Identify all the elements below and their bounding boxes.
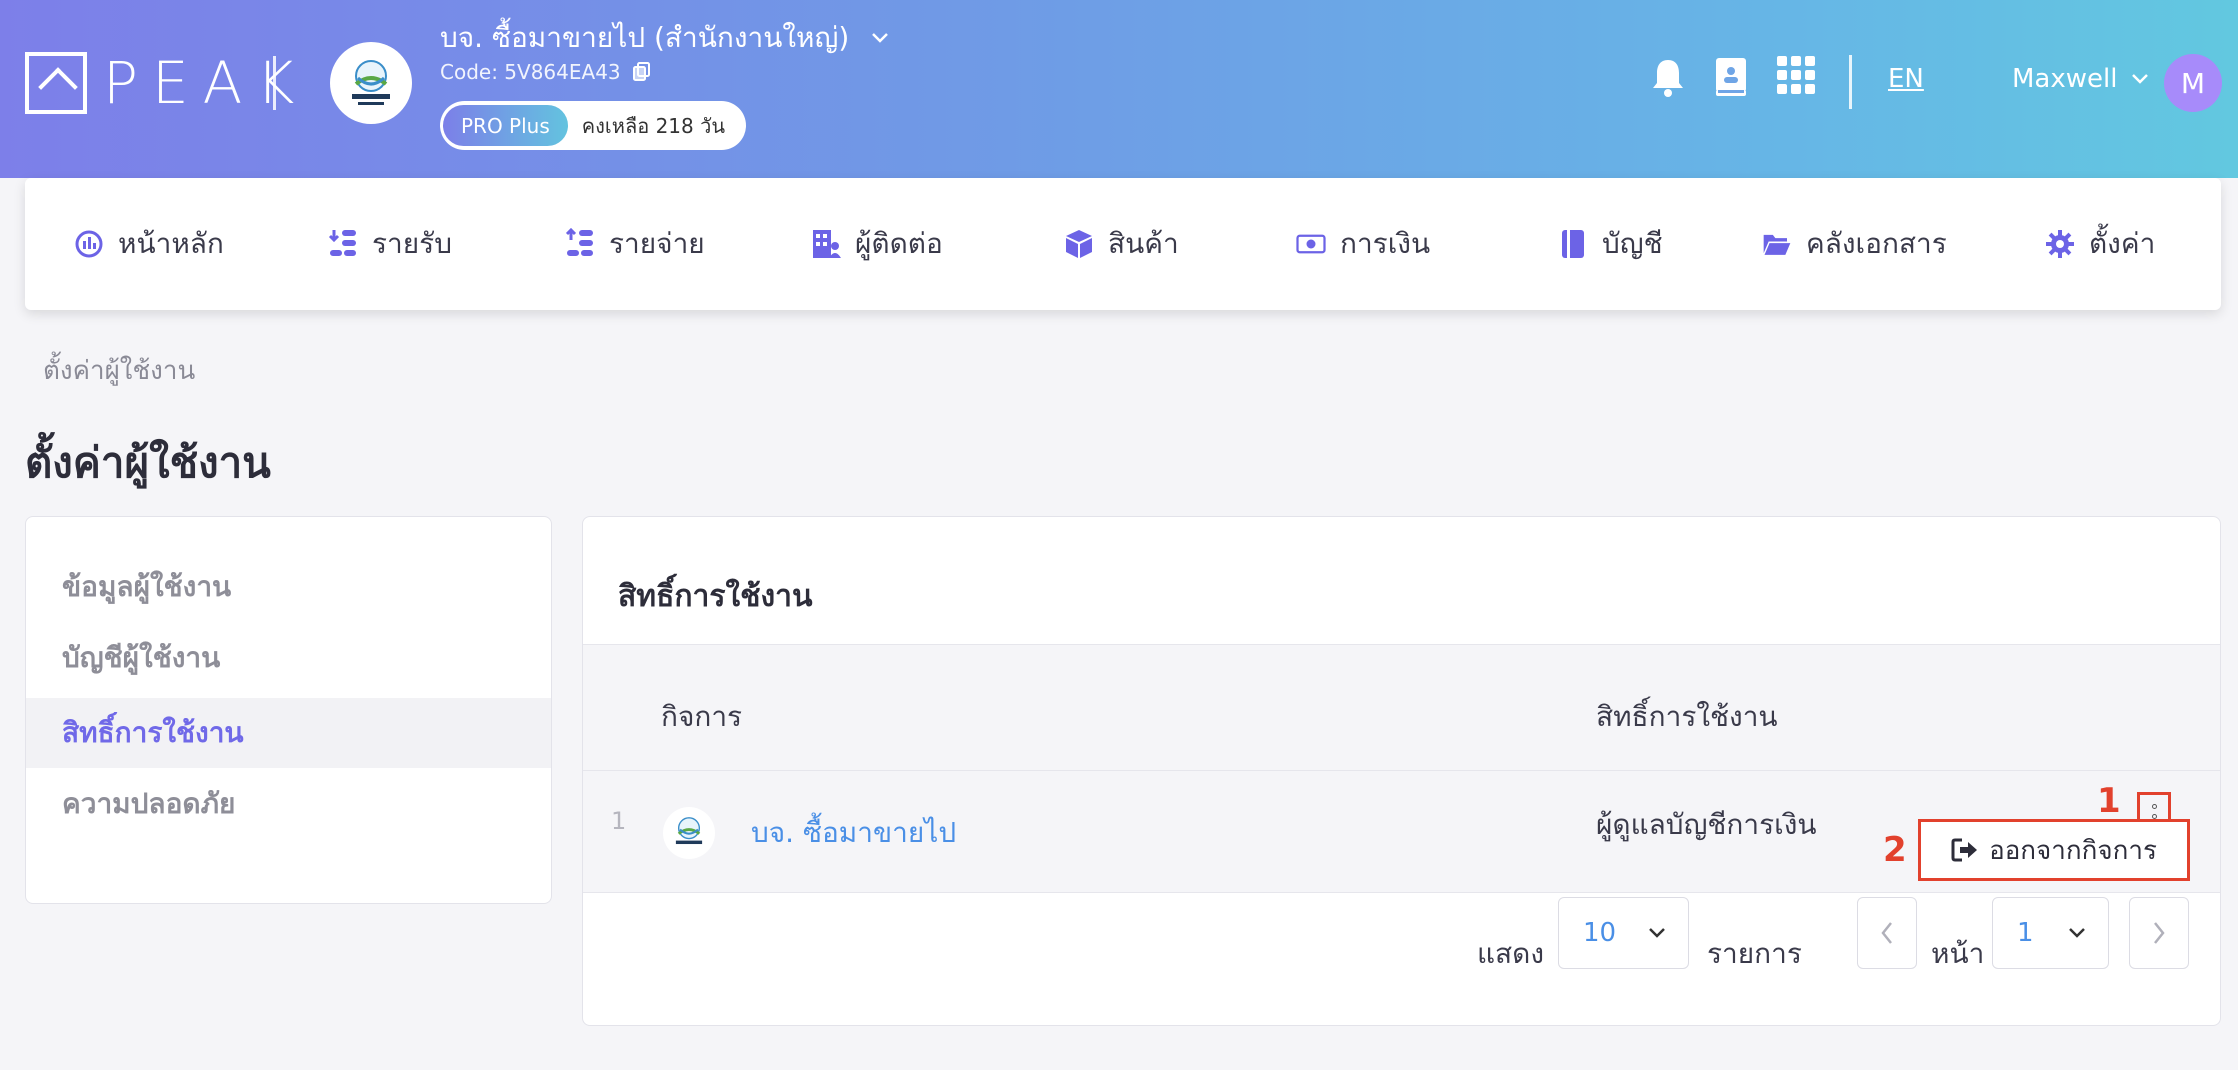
nav-item-expense[interactable]: รายจ่าย — [565, 222, 705, 266]
breadcrumb[interactable]: ตั้งค่าผู้ใช้งาน — [43, 350, 195, 391]
column-header-permission: สิทธิ์การใช้งาน — [1596, 700, 1778, 733]
book-icon[interactable] — [1714, 56, 1748, 98]
sidebar-item-security[interactable]: ความปลอดภัย — [26, 769, 551, 839]
row-number: 1 — [611, 807, 627, 835]
chevron-down-icon — [2132, 74, 2149, 84]
annotation-marker-1: 1 — [2097, 781, 2121, 821]
copy-icon[interactable] — [632, 62, 651, 82]
company-logo — [663, 807, 715, 859]
chevron-left-icon — [1881, 922, 1892, 944]
sidebar-item-profile[interactable]: ข้อมูลผู้ใช้งาน — [26, 552, 551, 622]
sign-out-icon — [1951, 838, 1978, 862]
show-label: แสดง — [1477, 937, 1544, 970]
nav-item-contacts[interactable]: ผู้ติดต่อ — [811, 222, 943, 266]
kebab-dot-icon — [2151, 803, 2157, 809]
nav-item-income[interactable]: รายรับ — [328, 222, 452, 266]
plan-name: PRO Plus — [443, 105, 568, 146]
nav-label: บัญชี — [1602, 227, 1663, 260]
contacts-icon — [813, 230, 841, 258]
peak-logo-text: PEAK — [103, 49, 309, 117]
chevron-down-icon — [872, 33, 889, 43]
nav-label: คลังเอกสาร — [1806, 227, 1947, 260]
money-icon — [1296, 234, 1326, 254]
page-size-value: 10 — [1583, 918, 1617, 948]
peak-logo[interactable]: PEAK — [25, 52, 308, 114]
plan-remaining: คงเหลือ 218 วัน — [581, 113, 726, 138]
company-logo — [330, 42, 412, 124]
chevron-down-icon — [2069, 928, 2085, 938]
company-switcher[interactable]: บจ. ซื้อมาขายไป (สำนักงานใหญ่) — [440, 16, 889, 60]
prev-page-button[interactable] — [1857, 897, 1917, 969]
income-icon — [328, 230, 356, 256]
settings-sidebar: ข้อมูลผู้ใช้งาน บัญชีผู้ใช้งาน สิทธิ์การ… — [25, 516, 552, 904]
kebab-dot-icon — [2151, 813, 2157, 819]
apps-grid-icon[interactable] — [1777, 56, 1815, 94]
page-number-select[interactable]: 1 — [1992, 897, 2109, 969]
avatar[interactable]: M — [2164, 54, 2222, 112]
nav-item-accounting[interactable]: บัญชี — [1558, 222, 1663, 266]
nav-label: หน้าหลัก — [118, 227, 224, 260]
peak-logo-mark — [25, 52, 87, 114]
current-page-value: 1 — [2017, 918, 2034, 948]
next-page-button[interactable] — [2129, 897, 2189, 969]
nav-item-home[interactable]: หน้าหลัก — [74, 222, 224, 266]
bell-icon[interactable] — [1650, 56, 1686, 98]
plan-badge[interactable]: PRO Plus คงเหลือ 218 วัน — [440, 101, 746, 150]
sidebar-item-accounts[interactable]: บัญชีผู้ใช้งาน — [26, 623, 551, 693]
user-name: Maxwell — [2012, 64, 2118, 94]
chevron-right-icon — [2154, 922, 2165, 944]
nav-item-finance[interactable]: การเงิน — [1296, 222, 1430, 266]
nav-label: ตั้งค่า — [2089, 227, 2156, 260]
page-title: ตั้งค่าผู้ใช้งาน — [25, 438, 271, 487]
nav-item-documents[interactable]: คลังเอกสาร — [1762, 222, 1947, 266]
table-header: กิจการ สิทธิ์การใช้งาน — [583, 644, 2220, 771]
sidebar-item-permissions[interactable]: สิทธิ์การใช้งาน — [26, 698, 551, 768]
nav-label: รายจ่าย — [609, 227, 705, 260]
box-icon — [1066, 230, 1092, 258]
nav-label: ผู้ติดต่อ — [855, 227, 943, 260]
leave-company-label: ออกจากกิจการ — [1989, 835, 2157, 866]
top-header: PEAK บจ. ซื้อมาขายไป (สำนักงานใหญ่) Code… — [0, 0, 2238, 178]
user-menu[interactable]: Maxwell — [2012, 64, 2149, 94]
company-link[interactable]: บจ. ซื้อมาขายไป — [751, 811, 956, 855]
items-label: รายการ — [1707, 937, 1802, 970]
column-header-company: กิจการ — [661, 700, 743, 733]
main-nav: หน้าหลัก รายรับ รายจ่าย ผู้ติดต่อ สินค้า… — [25, 178, 2221, 310]
header-divider — [273, 56, 276, 110]
nav-item-products[interactable]: สินค้า — [1064, 222, 1179, 266]
ledger-icon — [1562, 230, 1584, 258]
header-divider — [1849, 55, 1852, 109]
language-switch[interactable]: EN — [1888, 64, 1924, 94]
folder-icon — [1763, 234, 1791, 255]
company-code-row: Code: 5V864EA43 — [440, 60, 651, 84]
nav-item-settings[interactable]: ตั้งค่า — [2045, 222, 2155, 266]
page-label: หน้า — [1931, 937, 1985, 970]
nav-label: รายรับ — [372, 227, 452, 260]
nav-label: การเงิน — [1340, 227, 1431, 260]
permissions-card: สิทธิ์การใช้งาน กิจการ สิทธิ์การใช้งาน 1… — [582, 516, 2221, 1026]
leave-company-menu-item[interactable]: ออกจากกิจการ — [1918, 819, 2190, 881]
dashboard-icon — [75, 230, 103, 258]
nav-label: สินค้า — [1108, 227, 1179, 260]
handshake-globe-icon — [675, 817, 703, 845]
gear-icon — [2046, 230, 2074, 258]
company-code: Code: 5V864EA43 — [440, 60, 621, 84]
card-title: สิทธิ์การใช้งาน — [618, 579, 813, 614]
page-size-select[interactable]: 10 — [1558, 897, 1689, 969]
company-name: บจ. ซื้อมาขายไป (สำนักงานใหญ่) — [440, 21, 850, 54]
permission-role: ผู้ดูแลบัญชีการเงิน — [1596, 808, 1817, 841]
handshake-globe-icon — [352, 60, 390, 105]
chevron-down-icon — [1649, 928, 1665, 938]
expense-icon — [565, 228, 593, 256]
annotation-marker-2: 2 — [1883, 830, 1907, 870]
